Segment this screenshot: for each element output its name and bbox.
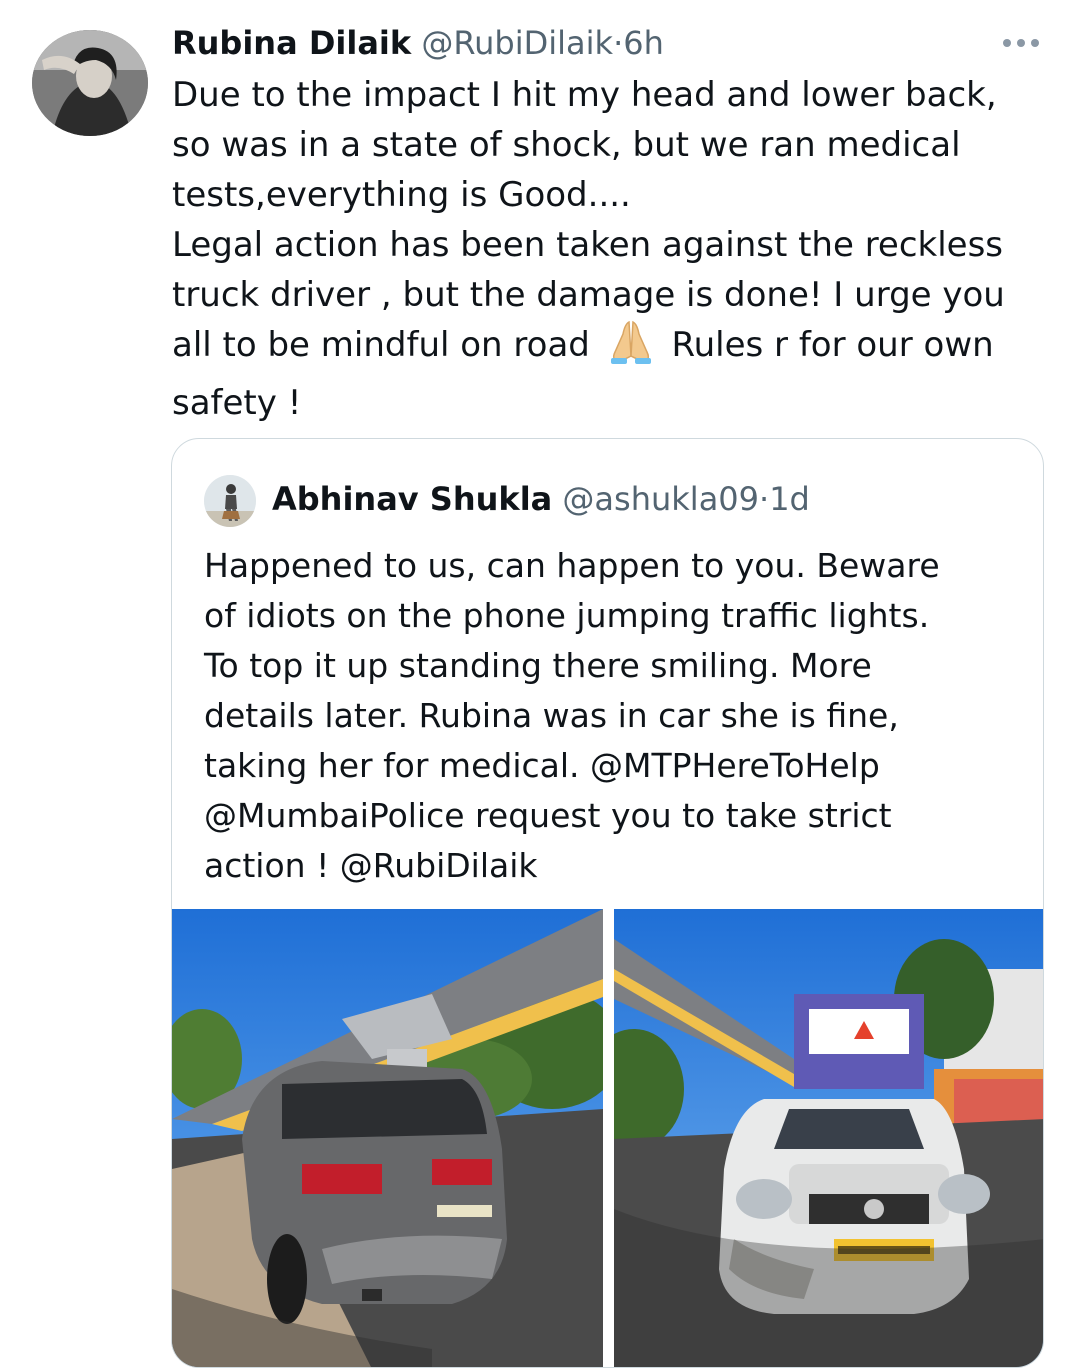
- quoted-tweet-header: Abhinav Shukla @ashukla09·1d: [272, 477, 810, 521]
- quoted-header-separator: ·: [759, 480, 770, 518]
- more-options-icon[interactable]: [996, 26, 1046, 60]
- photo-damaged-truck[interactable]: [614, 909, 1043, 1367]
- author-avatar[interactable]: [32, 30, 148, 136]
- quoted-tweet-text: Happened to us, can happen to you. Bewar…: [204, 546, 940, 885]
- tweet-time[interactable]: 6h: [623, 24, 664, 62]
- photo-damaged-suv[interactable]: [172, 909, 603, 1367]
- praying-hands-icon: [605, 320, 657, 378]
- tweet-text-main: Due to the impact I hit my head and lowe…: [172, 75, 1005, 365]
- quoted-author-avatar[interactable]: [204, 475, 256, 527]
- tweet-text: Due to the impact I hit my head and lowe…: [172, 70, 1052, 428]
- author-name[interactable]: Rubina Dilaik: [172, 24, 411, 62]
- quoted-tweet-time[interactable]: 1d: [769, 480, 810, 518]
- quoted-tweet-card[interactable]: Abhinav Shukla @ashukla09·1d Happened to…: [171, 438, 1044, 1368]
- quoted-author-name[interactable]: Abhinav Shukla: [272, 480, 552, 518]
- author-handle[interactable]: @RubiDilaik: [421, 24, 613, 62]
- quoted-author-handle[interactable]: @ashukla09: [562, 480, 759, 518]
- header-separator: ·: [613, 24, 624, 62]
- tweet-header: Rubina Dilaik @RubiDilaik·6h: [172, 22, 664, 64]
